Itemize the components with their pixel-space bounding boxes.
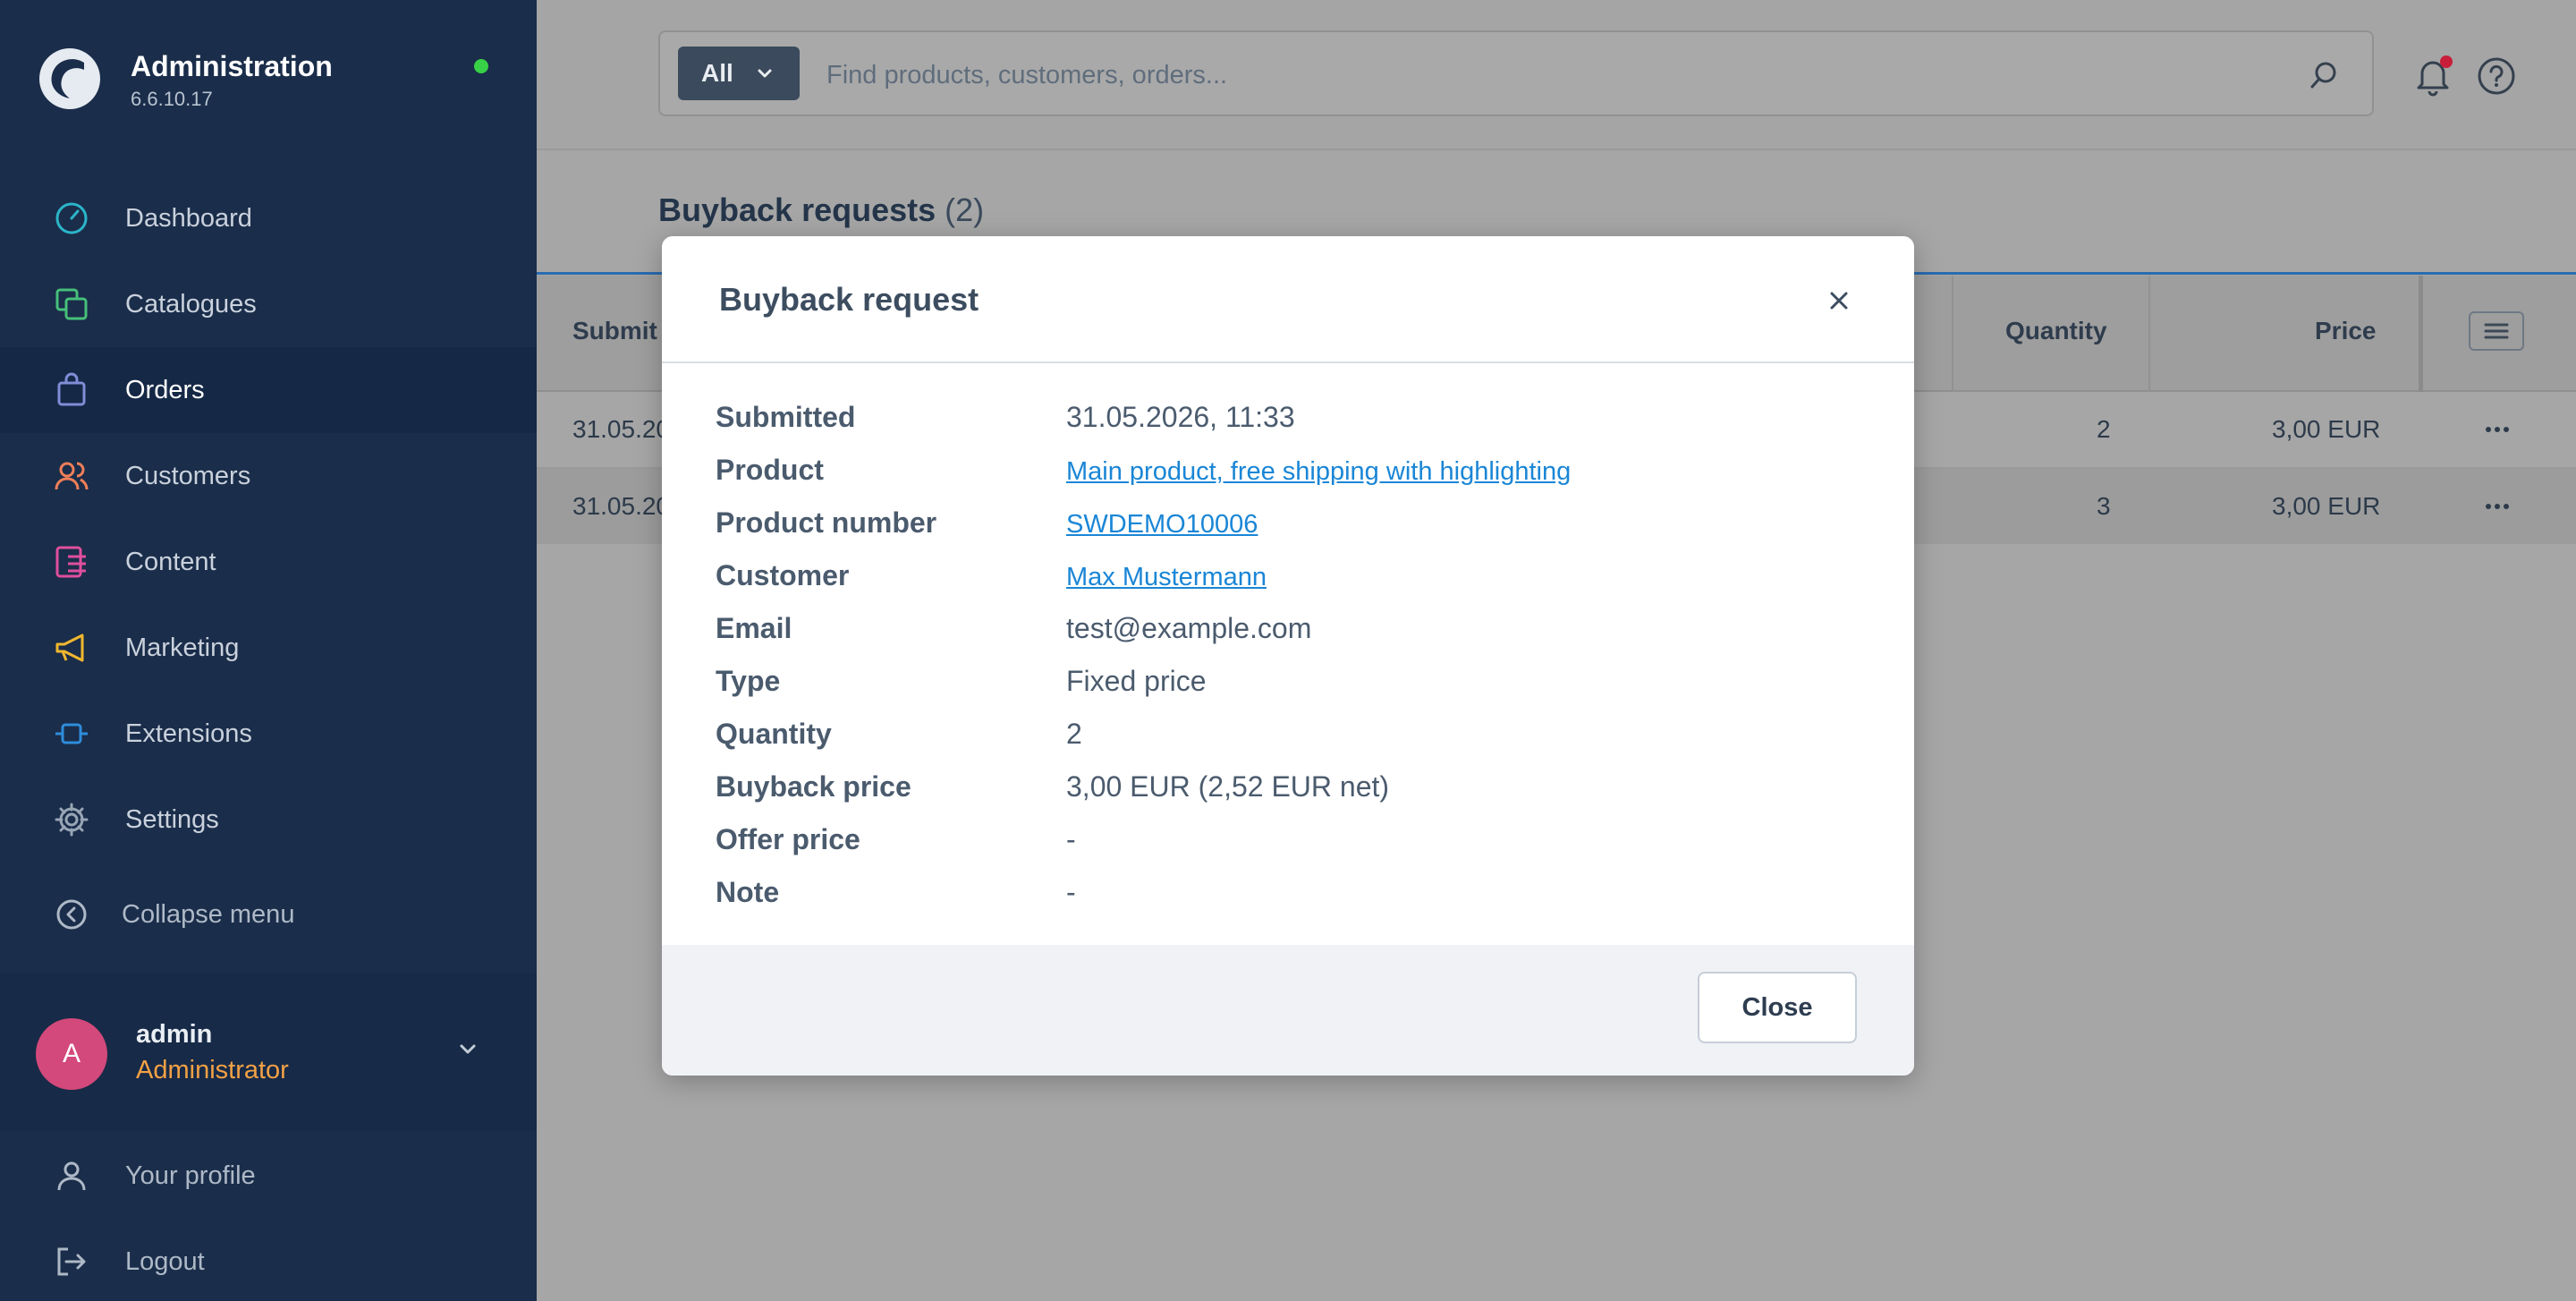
modal-title: Buyback request — [719, 281, 979, 318]
product-number-link[interactable]: SWDEMO10006 — [1066, 510, 1258, 540]
product-link[interactable]: Main product, free shipping with highlig… — [1066, 457, 1571, 487]
detail-value: 3,00 EUR (2,52 EUR net) — [1066, 770, 1390, 803]
detail-label: Email — [716, 612, 792, 644]
detail-label: Type — [716, 665, 781, 697]
modal-footer: Close — [662, 945, 1914, 1076]
detail-row-type: Type Fixed price — [716, 658, 1878, 710]
detail-value: 31.05.2026, 11:33 — [1066, 401, 1295, 433]
buyback-details: Submitted 31.05.2026, 11:33 Product Main… — [716, 394, 1878, 922]
detail-row-email: Email test@example.com — [716, 605, 1878, 658]
modal-header: Buyback request — [662, 236, 1914, 363]
close-button[interactable]: Close — [1698, 972, 1857, 1043]
detail-label: Product — [716, 454, 824, 486]
detail-row-product: Product Main product, free shipping with… — [716, 446, 1878, 499]
detail-value: 2 — [1066, 718, 1082, 750]
detail-value: Fixed price — [1066, 665, 1207, 697]
detail-label: Note — [716, 876, 780, 908]
detail-label: Quantity — [716, 718, 832, 750]
buyback-request-modal: Buyback request Submitted 31.05.2026, 11… — [662, 236, 1914, 1076]
detail-row-quantity: Quantity 2 — [716, 710, 1878, 763]
detail-row-product-number: Product number SWDEMO10006 — [716, 499, 1878, 552]
detail-row-customer: Customer Max Mustermann — [716, 552, 1878, 605]
detail-label: Buyback price — [716, 770, 911, 803]
detail-row-note: Note - — [716, 869, 1878, 922]
detail-label: Offer price — [716, 823, 860, 855]
detail-label: Customer — [716, 559, 850, 591]
close-icon[interactable] — [1823, 285, 1855, 317]
detail-row-offer-price: Offer price - — [716, 816, 1878, 869]
detail-label: Product number — [716, 506, 937, 539]
detail-value: - — [1066, 876, 1076, 908]
detail-label: Submitted — [716, 401, 856, 433]
detail-row-buyback-price: Buyback price 3,00 EUR (2,52 EUR net) — [716, 763, 1878, 816]
detail-value: - — [1066, 823, 1076, 855]
detail-value: test@example.com — [1066, 612, 1312, 644]
detail-row-submitted: Submitted 31.05.2026, 11:33 — [716, 394, 1878, 446]
customer-link[interactable]: Max Mustermann — [1066, 563, 1267, 592]
